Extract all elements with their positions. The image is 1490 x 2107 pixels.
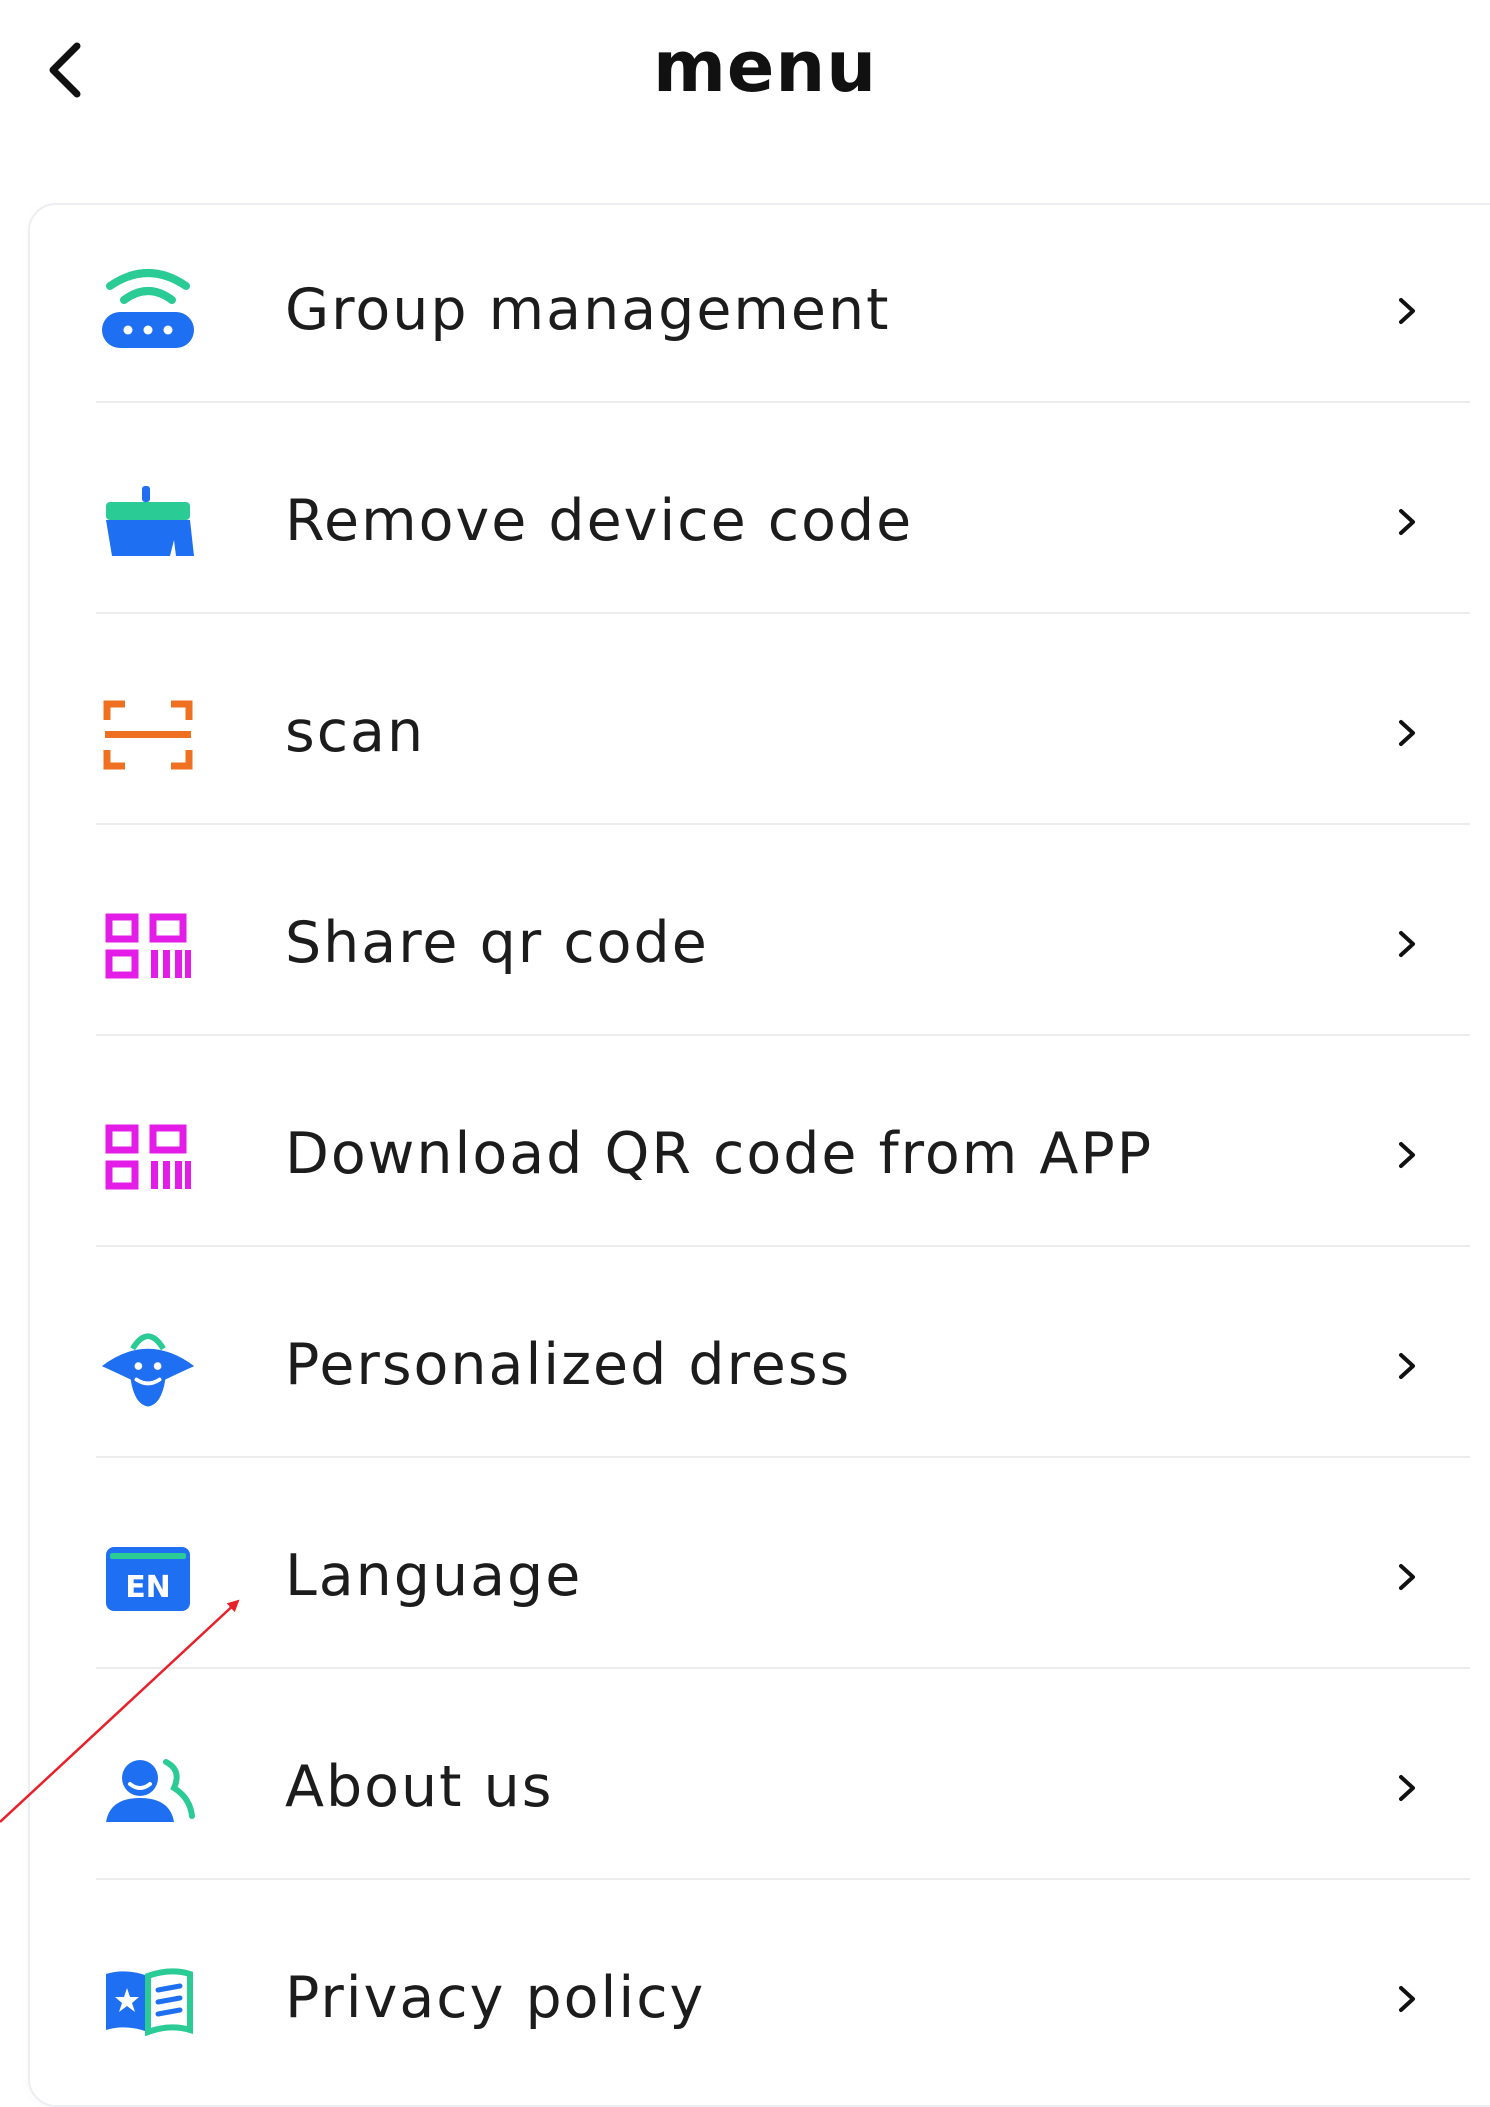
chevron-right-icon	[1399, 1564, 1415, 1590]
menu-item-label: Privacy policy	[285, 1965, 706, 2031]
mascot-icon	[98, 1318, 198, 1418]
app-header: menu	[0, 0, 1490, 140]
qr-code-icon	[98, 896, 198, 996]
chevron-right-icon	[1399, 509, 1415, 535]
menu-item-label: About us	[285, 1754, 554, 1820]
menu-item-privacy-policy[interactable]: Privacy policy	[30, 1893, 1450, 2104]
book-icon	[98, 1951, 198, 2051]
divider	[96, 1878, 1470, 1880]
menu-item-personalized-dress[interactable]: Personalized dress	[30, 1260, 1450, 1471]
menu-item-label: Download QR code from APP	[285, 1121, 1154, 1187]
divider	[96, 612, 1470, 614]
divider	[96, 1667, 1470, 1669]
divider	[96, 401, 1470, 403]
chevron-right-icon	[1399, 298, 1415, 324]
menu-item-label: scan	[285, 699, 426, 765]
language-en-icon-text: EN	[125, 1570, 171, 1605]
menu-item-about-us[interactable]: About us	[30, 1682, 1450, 1893]
chevron-right-icon	[1399, 1142, 1415, 1168]
menu-item-scan[interactable]: scan	[30, 627, 1450, 838]
users-icon	[98, 1740, 198, 1840]
menu-item-label: Share qr code	[285, 910, 709, 976]
menu-item-label: Personalized dress	[285, 1332, 852, 1398]
chevron-right-icon	[1399, 720, 1415, 746]
router-icon	[98, 263, 198, 363]
scan-icon	[98, 685, 198, 785]
menu-item-download-qr-code[interactable]: Download QR code from APP	[30, 1049, 1450, 1260]
menu-card: Group management Remove device code scan…	[28, 203, 1490, 2107]
menu-item-remove-device-code[interactable]: Remove device code	[30, 416, 1450, 627]
divider	[96, 823, 1470, 825]
broom-icon	[98, 474, 198, 574]
menu-item-language[interactable]: EN Language	[30, 1471, 1450, 1682]
chevron-right-icon	[1399, 1775, 1415, 1801]
divider	[96, 1245, 1470, 1247]
menu-item-group-management[interactable]: Group management	[30, 205, 1450, 416]
menu-item-label: Remove device code	[285, 488, 914, 554]
divider	[96, 1034, 1470, 1036]
page-title: menu	[652, 26, 878, 108]
chevron-right-icon	[1399, 1986, 1415, 2012]
menu-item-label: Language	[285, 1543, 583, 1609]
menu-item-label: Group management	[285, 277, 891, 343]
qr-code-icon	[98, 1107, 198, 1207]
chevron-right-icon	[1399, 1353, 1415, 1379]
divider	[96, 1456, 1470, 1458]
chevron-right-icon	[1399, 931, 1415, 957]
language-en-icon: EN	[98, 1529, 198, 1629]
menu-item-share-qr-code[interactable]: Share qr code	[30, 838, 1450, 1049]
